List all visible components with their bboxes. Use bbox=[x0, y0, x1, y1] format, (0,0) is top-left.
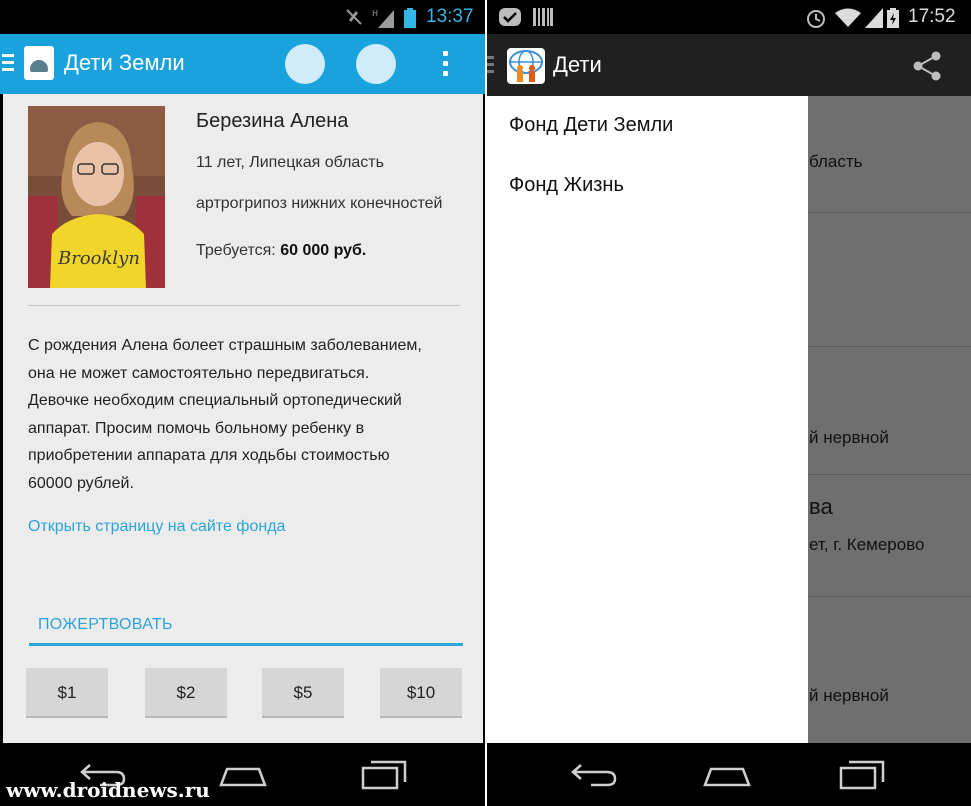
donate-tab[interactable]: ПОЖЕРТВОВАТЬ bbox=[29, 612, 463, 646]
app-title: Дети bbox=[553, 52, 602, 77]
list-divider bbox=[807, 346, 971, 347]
home-icon[interactable] bbox=[703, 763, 751, 787]
donate-1-button[interactable]: $1 bbox=[26, 668, 108, 718]
right-phone-screen: 17:52 Дети бласть й нервной ва ет, г. Ке… bbox=[487, 0, 971, 806]
list-item-fragment: й нервной bbox=[809, 686, 889, 705]
list-item-fragment: бласть bbox=[809, 152, 863, 171]
action-button-1[interactable] bbox=[285, 44, 325, 84]
child-age-region: 11 лет, Липецкая область bbox=[196, 154, 384, 171]
donate-5-button[interactable]: $5 bbox=[262, 668, 344, 718]
list-divider bbox=[807, 596, 971, 597]
battery-icon bbox=[887, 8, 899, 28]
required-sum: Требуется: 60 000 руб. bbox=[196, 242, 366, 260]
description-line: 60000 рублей. bbox=[28, 474, 134, 492]
child-detail-content: Brooklyn Березина Алена 11 лет, Липецкая… bbox=[3, 94, 483, 743]
recents-icon[interactable] bbox=[839, 760, 885, 790]
mute-icon bbox=[346, 9, 362, 25]
child-photo: Brooklyn bbox=[28, 106, 165, 288]
wifi-icon bbox=[835, 8, 861, 27]
required-label: Требуется: bbox=[196, 242, 276, 259]
notification-check-icon bbox=[499, 8, 521, 26]
list-item-fragment: ва bbox=[809, 494, 833, 519]
app-title: Дети Земли bbox=[64, 50, 185, 75]
list-item-fragment: ет, г. Кемерово bbox=[809, 535, 925, 554]
overflow-menu-icon[interactable] bbox=[443, 51, 449, 77]
recents-icon[interactable] bbox=[361, 760, 407, 790]
child-description: С рождения Алена болеет страшным заболев… bbox=[28, 332, 468, 498]
child-diagnosis: артрогрипоз нижних конечностей bbox=[196, 195, 443, 212]
status-time: 17:52 bbox=[908, 6, 956, 27]
android-app-icon[interactable] bbox=[24, 46, 54, 80]
list-divider bbox=[807, 212, 971, 213]
action-button-2[interactable] bbox=[356, 44, 396, 84]
back-icon[interactable] bbox=[571, 761, 617, 787]
share-icon[interactable] bbox=[911, 50, 943, 82]
status-bar: H 13:37 bbox=[0, 0, 485, 34]
description-line: приобретении аппарата для ходьбы стоимос… bbox=[28, 447, 390, 465]
status-time: 13:37 bbox=[426, 6, 474, 27]
clock-icon bbox=[807, 10, 825, 28]
donate-tab-label: ПОЖЕРТВОВАТЬ bbox=[38, 616, 173, 633]
divider bbox=[28, 305, 460, 306]
list-item-fragment: й нервной bbox=[809, 428, 889, 447]
app-bar: Дети bbox=[487, 34, 971, 96]
signal-icon bbox=[865, 8, 883, 28]
donate-2-button[interactable]: $2 bbox=[145, 668, 227, 718]
donate-10-button[interactable]: $10 bbox=[380, 668, 462, 718]
photo-shirt-text: Brooklyn bbox=[57, 248, 140, 269]
signal-icon: H bbox=[372, 9, 394, 28]
app-bar: Дети Земли bbox=[0, 34, 485, 94]
hamburger-icon[interactable] bbox=[487, 56, 495, 74]
hamburger-icon[interactable] bbox=[2, 54, 14, 74]
navigation-bar bbox=[487, 743, 971, 806]
list-divider bbox=[807, 474, 971, 475]
svg-text:H: H bbox=[372, 9, 378, 18]
fund-logo-icon[interactable] bbox=[507, 48, 545, 84]
description-line: С рождения Алена болеет страшным заболев… bbox=[28, 337, 422, 354]
watermark: www.droidnews.ru bbox=[6, 778, 210, 802]
description-line: Девочке необходим специальный ортопедиче… bbox=[28, 392, 402, 410]
required-amount: 60 000 руб. bbox=[280, 242, 367, 259]
left-phone-screen: H 13:37 Дети Земли Brooklyn Березина Але… bbox=[0, 0, 485, 806]
navigation-drawer: Фонд Дети Земли Фонд Жизнь bbox=[487, 96, 808, 743]
description-line: она не может самостоятельно передвигатьс… bbox=[28, 364, 370, 382]
battery-icon bbox=[404, 8, 416, 28]
home-icon[interactable] bbox=[219, 763, 267, 787]
drawer-item-deti-zemli[interactable]: Фонд Дети Земли bbox=[509, 114, 673, 137]
barcode-icon bbox=[533, 8, 553, 26]
drawer-item-zhizn[interactable]: Фонд Жизнь bbox=[509, 174, 624, 197]
status-bar: 17:52 bbox=[487, 0, 971, 34]
child-name: Березина Алена bbox=[196, 110, 349, 132]
description-line: аппарат. Просим помочь больному ребенку … bbox=[28, 419, 365, 437]
open-fund-page-link[interactable]: Открыть страницу на сайте фонда bbox=[28, 518, 285, 536]
